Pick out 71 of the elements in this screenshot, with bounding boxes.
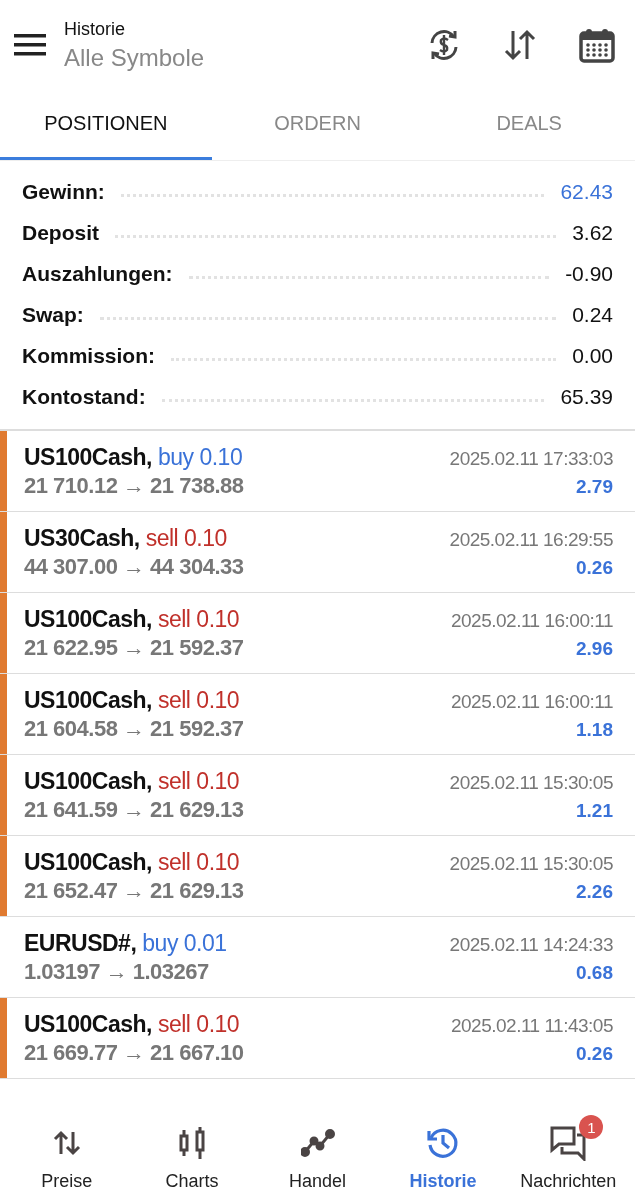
tab[interactable]: ORDERN	[211, 90, 424, 160]
price-range: 21 710.12 → 21 738.88	[24, 472, 244, 499]
timestamp: 2025.02.11 15:30:05	[449, 852, 613, 875]
profit-value: 0.26	[576, 1042, 613, 1065]
summary-value: 0.24	[572, 302, 613, 327]
summary-label: Kontostand:	[22, 384, 146, 409]
symbol-name: US100Cash,	[24, 686, 152, 713]
order-type: sell 0.10	[157, 767, 240, 794]
price-range: 21 604.58 → 21 592.37	[24, 715, 244, 742]
line-chart-icon	[300, 1129, 335, 1157]
sort-icon[interactable]	[503, 29, 537, 61]
timestamp: 2025.02.11 15:30:05	[449, 771, 613, 794]
summary-value: 65.39	[560, 384, 613, 409]
profit-value: 0.68	[576, 961, 613, 984]
summary-label: Swap:	[22, 302, 84, 327]
summary-value: 0.00	[572, 343, 613, 368]
price-range: 1.03197 → 1.03267	[24, 958, 209, 985]
order-type: sell 0.10	[157, 605, 240, 632]
order-type: sell 0.10	[157, 1010, 240, 1037]
timestamp: 2025.02.11 17:33:03	[449, 447, 613, 470]
symbol-filter[interactable]: Alle Symbole	[64, 43, 205, 72]
order-type: buy 0.10	[157, 443, 243, 470]
history-icon	[425, 1126, 460, 1160]
timestamp: 2025.02.11 14:24:33	[449, 933, 613, 956]
screen-title: Historie	[64, 18, 125, 40]
profit-value: 1.18	[576, 718, 613, 741]
symbol-name: EURUSD#,	[24, 929, 137, 956]
nav-tab[interactable]: Handel	[254, 1103, 381, 1200]
symbol-name: US100Cash,	[24, 848, 152, 875]
nav-tab[interactable]: Charts	[129, 1103, 255, 1200]
nav-tab[interactable]: Historie	[380, 1103, 506, 1200]
price-range: 44 307.00 → 44 304.33	[24, 553, 244, 580]
order-type: sell 0.10	[157, 848, 240, 875]
profit-value: 0.26	[576, 556, 613, 579]
notification-badge: 1	[579, 1115, 604, 1139]
symbol-name: US100Cash,	[24, 443, 152, 470]
price-range: 21 641.59 → 21 629.13	[24, 796, 244, 823]
profit-value: 2.79	[576, 475, 613, 498]
timestamp: 2025.02.11 16:29:55	[449, 528, 613, 551]
profit-value: 1.21	[576, 799, 613, 822]
calendar-icon[interactable]	[579, 27, 615, 63]
symbol-name: US100Cash,	[24, 767, 152, 794]
summary-value: 62.43	[560, 179, 613, 204]
price-range: 21 652.47 → 21 629.13	[24, 877, 244, 904]
symbol-name: US100Cash,	[24, 1010, 152, 1037]
summary-label: Deposit	[22, 220, 99, 245]
order-type: sell 0.10	[145, 524, 227, 551]
nav-tab[interactable]: 1 Nachrichten	[505, 1103, 632, 1200]
summary-label: Auszahlungen:	[22, 261, 173, 286]
profit-value: 2.26	[576, 880, 613, 903]
arrows-icon	[52, 1130, 81, 1156]
price-range: 21 669.77 → 21 667.10	[24, 1039, 244, 1066]
symbol-name: US30Cash,	[24, 524, 140, 551]
timestamp: 2025.02.11 16:00:11	[451, 690, 613, 713]
price-range: 21 622.95 → 21 592.37	[24, 634, 244, 661]
summary-label: Gewinn:	[22, 179, 105, 204]
tab[interactable]: DEALS	[423, 90, 635, 160]
profit-value: 2.96	[576, 637, 613, 660]
menu-icon[interactable]	[14, 32, 46, 58]
nav-tab[interactable]: Preise	[4, 1103, 130, 1200]
timestamp: 2025.02.11 11:43:05	[451, 1014, 613, 1037]
tab[interactable]: POSITIONEN	[0, 90, 212, 160]
summary-value: 3.62	[572, 220, 613, 245]
chat-icon	[549, 1125, 588, 1161]
symbol-name: US100Cash,	[24, 605, 152, 632]
candlestick-icon	[178, 1126, 207, 1160]
order-type: sell 0.10	[157, 686, 240, 713]
order-type: buy 0.01	[142, 929, 227, 956]
summary-label: Kommission:	[22, 343, 155, 368]
summary-value: -0.90	[565, 261, 613, 286]
timestamp: 2025.02.11 16:00:11	[451, 609, 613, 632]
